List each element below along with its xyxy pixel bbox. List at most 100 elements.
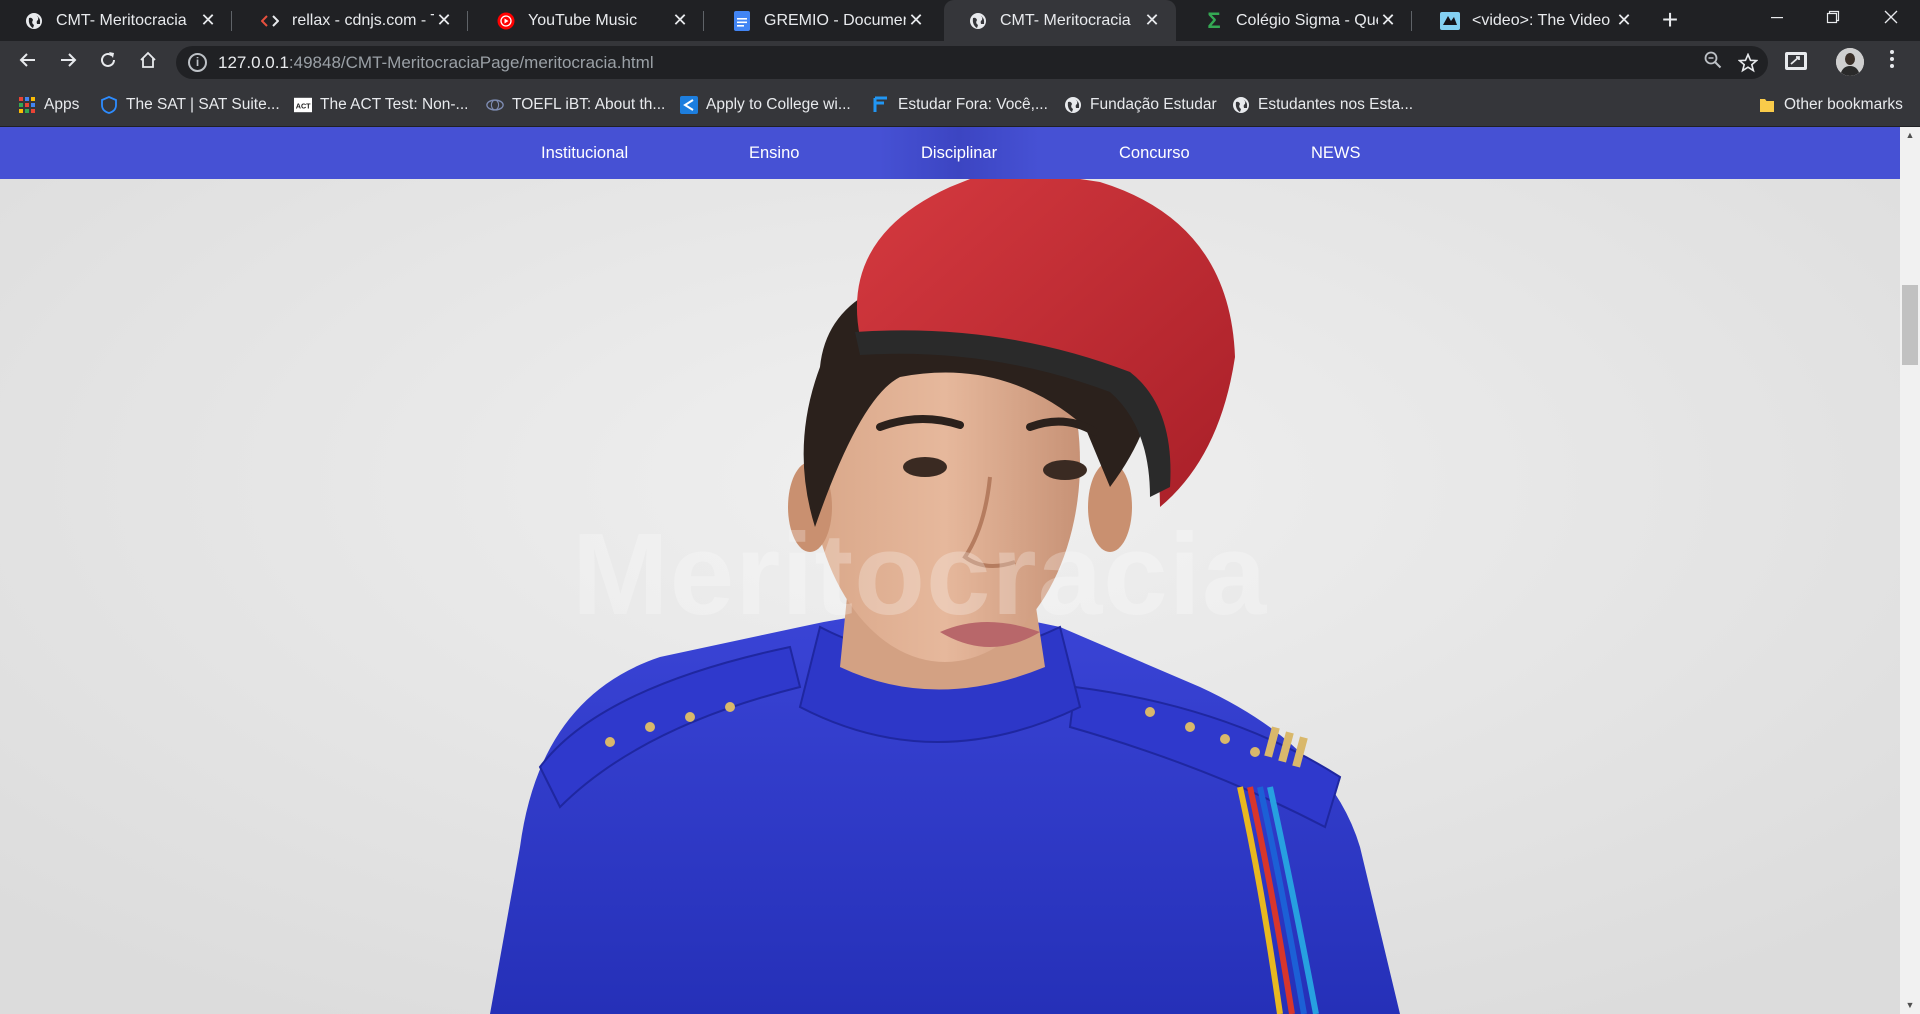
bookmarks-bar: Apps The SAT | SAT Suite... ACT The ACT … [0,83,1920,127]
tab-1[interactable]: rellax - cdnjs.com - The ✕ [236,0,468,41]
nav-disciplinar[interactable]: Disciplinar [879,127,1040,179]
reload-button[interactable] [92,46,124,78]
bookmark-label: Fundação Estudar [1090,96,1217,113]
nav-news[interactable]: NEWS [1311,127,1361,179]
commonapp-icon [680,96,698,114]
act-icon: ACT [294,96,312,114]
restore-button[interactable] [1804,0,1862,41]
estudar-icon [872,96,890,114]
bookmark-apps[interactable]: Apps [18,83,79,127]
minimize-icon [1771,17,1783,19]
restore-icon [1826,10,1840,24]
page-viewport: Meritocracia Institucional Ensino Discip… [0,127,1900,1014]
tab-2[interactable]: YouTube Music ✕ [472,0,704,41]
hero-video[interactable]: Meritocracia [0,127,1900,1014]
arrow-left-icon [19,53,35,67]
minimize-button[interactable] [1748,0,1806,41]
folder-icon [1758,96,1776,114]
close-tab-icon[interactable]: ✕ [1142,10,1162,31]
arrow-right-icon [61,53,77,67]
forward-button[interactable] [52,46,84,78]
tab-5[interactable]: Σ Colégio Sigma - Quem ✕ [1180,0,1412,41]
tab-separator [231,11,232,31]
mdn-icon [1440,11,1460,31]
globe-icon [1232,96,1250,114]
bookmark-estudantes-eua[interactable]: Estudantes nos Esta... [1232,83,1413,127]
right-eye [1043,460,1087,480]
nav-institucional[interactable]: Institucional [541,127,628,179]
url-host: 127.0.0.1 [218,53,289,72]
docs-icon [732,10,752,31]
zoom-icon[interactable] [1704,51,1722,75]
tab-title: YouTube Music [528,11,638,29]
tab-0[interactable]: CMT- Meritocracia ✕ [0,0,232,41]
info-icon[interactable]: i [188,53,207,72]
left-eye [903,457,947,477]
bookmark-label: The SAT | SAT Suite... [126,96,280,113]
tab-separator [1411,11,1412,31]
bookmark-sat[interactable]: The SAT | SAT Suite... [100,83,280,127]
reload-icon [101,52,115,67]
close-tab-icon[interactable]: ✕ [434,10,454,31]
scroll-up-icon[interactable]: ▲ [1900,127,1920,144]
tab-separator [467,11,468,31]
kebab-menu-icon[interactable] [1882,47,1902,77]
code-brackets-icon [260,11,280,31]
tab-title: CMT- Meritocracia [1000,11,1131,29]
close-tab-icon[interactable]: ✕ [670,10,690,31]
bookmark-commonapp[interactable]: Apply to College wi... [680,83,851,127]
tab-title: <video>: The Video Em [1472,11,1614,29]
tab-4-active[interactable]: CMT- Meritocracia ✕ [944,0,1176,41]
tab-3[interactable]: GREMIO - Documentos ✕ [708,0,940,41]
scroll-down-icon[interactable]: ▼ [1900,997,1920,1014]
profile-avatar[interactable] [1836,48,1864,76]
tab-separator [703,11,704,31]
tab-title: CMT- Meritocracia [56,11,187,29]
tab-title: Colégio Sigma - Quem [1236,11,1378,29]
url-text[interactable]: 127.0.0.1:49848/CMT-MeritocraciaPage/mer… [218,53,654,73]
close-window-button[interactable] [1862,0,1920,41]
close-window-icon [1884,10,1898,24]
sigma-icon: Σ [1207,7,1221,33]
bookmark-star-icon[interactable] [1737,49,1759,79]
url-path: :49848/CMT-MeritocraciaPage/meritocracia… [288,53,654,72]
svg-text:ACT: ACT [296,102,311,111]
tab-title: GREMIO - Documentos [764,11,906,29]
scrollbar-track[interactable] [1900,127,1920,1014]
bookmark-label: Apps [44,96,80,113]
home-button[interactable] [132,46,164,78]
bookmark-label: Apply to College wi... [706,96,851,113]
nav-concurso[interactable]: Concurso [1119,127,1190,179]
bookmark-label: Estudantes nos Esta... [1258,96,1414,113]
shield-icon [100,96,118,114]
globe-icon [968,11,988,31]
back-button[interactable] [12,46,44,78]
tab-6[interactable]: <video>: The Video Em ✕ [1416,0,1648,41]
bookmark-label: The ACT Test: Non-... [320,96,469,113]
new-tab-button[interactable]: + [1654,5,1686,37]
address-bar[interactable]: i 127.0.0.1:49848/CMT-MeritocraciaPage/m… [176,46,1768,79]
bookmark-label: TOEFL iBT: About th... [512,96,666,113]
apps-grid-icon [18,96,36,114]
globe-icon [1064,96,1082,114]
other-bookmarks[interactable]: Other bookmarks [1758,83,1903,127]
close-tab-icon[interactable]: ✕ [906,10,926,31]
scrollbar-thumb[interactable] [1902,285,1918,365]
close-tab-icon[interactable]: ✕ [198,10,218,31]
nav-ensino[interactable]: Ensino [749,127,799,179]
hero-watermark: Meritocracia [572,509,1268,639]
toefl-icon [486,96,504,114]
bookmark-act[interactable]: ACT The ACT Test: Non-... [294,83,468,127]
bookmark-label: Other bookmarks [1784,96,1903,113]
site-nav: Institucional Ensino Disciplinar Concurs… [0,127,1900,179]
browser-toolbar: i 127.0.0.1:49848/CMT-MeritocraciaPage/m… [0,41,1920,83]
extension-icon[interactable] [1784,49,1810,75]
close-tab-icon[interactable]: ✕ [1614,10,1634,31]
bookmark-toefl[interactable]: TOEFL iBT: About th... [486,83,665,127]
close-tab-icon[interactable]: ✕ [1378,10,1398,31]
home-icon [140,51,156,68]
bookmark-fundacao-estudar[interactable]: Fundação Estudar [1064,83,1217,127]
bookmark-label: Estudar Fora: Você,... [898,96,1048,113]
tab-strip: CMT- Meritocracia ✕ rellax - cdnjs.com -… [0,0,1920,41]
bookmark-estudar-fora[interactable]: Estudar Fora: Você,... [872,83,1048,127]
